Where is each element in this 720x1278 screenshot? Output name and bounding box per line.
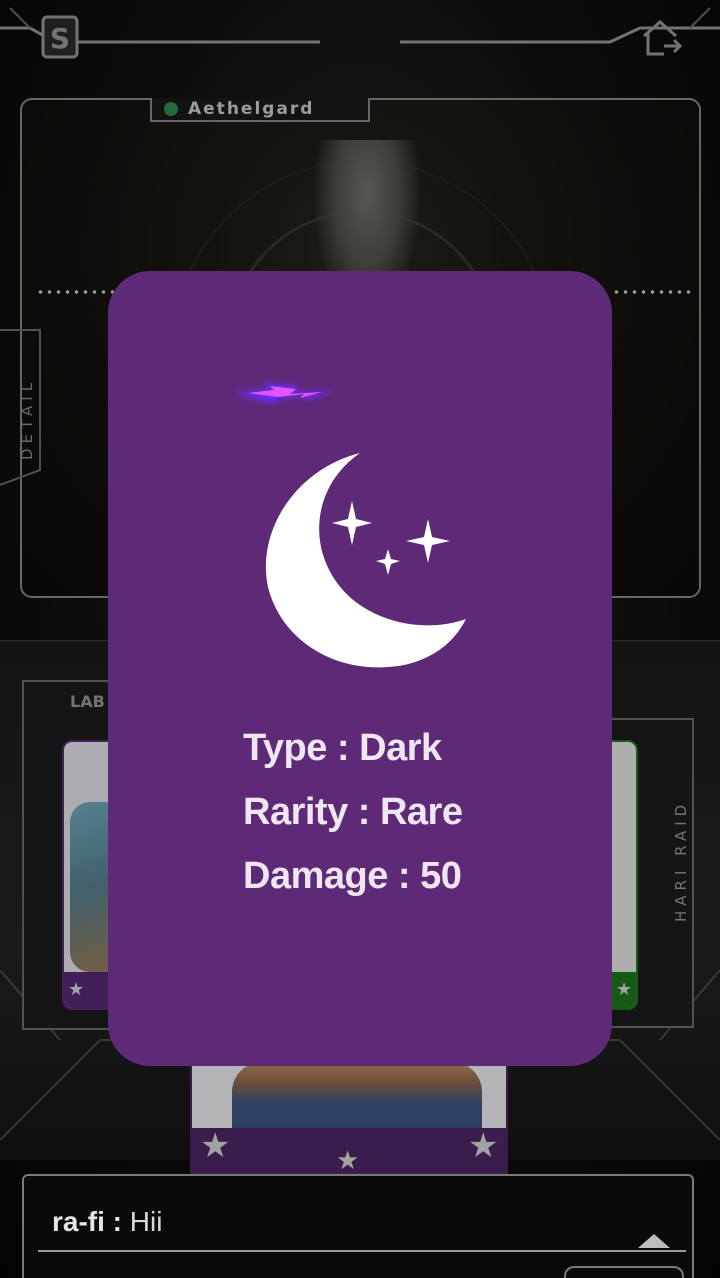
- chat-message: ra-fi : Hii: [52, 1206, 162, 1238]
- crescent-moon-stars-icon: [265, 453, 466, 668]
- chat-divider: [38, 1250, 686, 1252]
- game-screen: S Aethelgard DETAIL LAB HARI RAID ★ ★ ★ …: [0, 0, 720, 1278]
- chat-text: Hii: [129, 1206, 163, 1237]
- chat-input-handle[interactable]: [564, 1266, 684, 1278]
- chat-box[interactable]: ra-fi : Hii: [22, 1174, 694, 1278]
- card-damage-stat: Damage : 50: [243, 855, 462, 897]
- chevron-up-icon[interactable]: [636, 1230, 672, 1250]
- purple-lightning-icon: [234, 383, 334, 405]
- card-type-stat: Type : Dark: [243, 727, 442, 769]
- chat-username: ra-fi :: [52, 1206, 122, 1237]
- card-rarity-stat: Rarity : Rare: [243, 791, 463, 833]
- card-detail-modal[interactable]: Type : Dark Rarity : Rare Damage : 50: [108, 271, 612, 1066]
